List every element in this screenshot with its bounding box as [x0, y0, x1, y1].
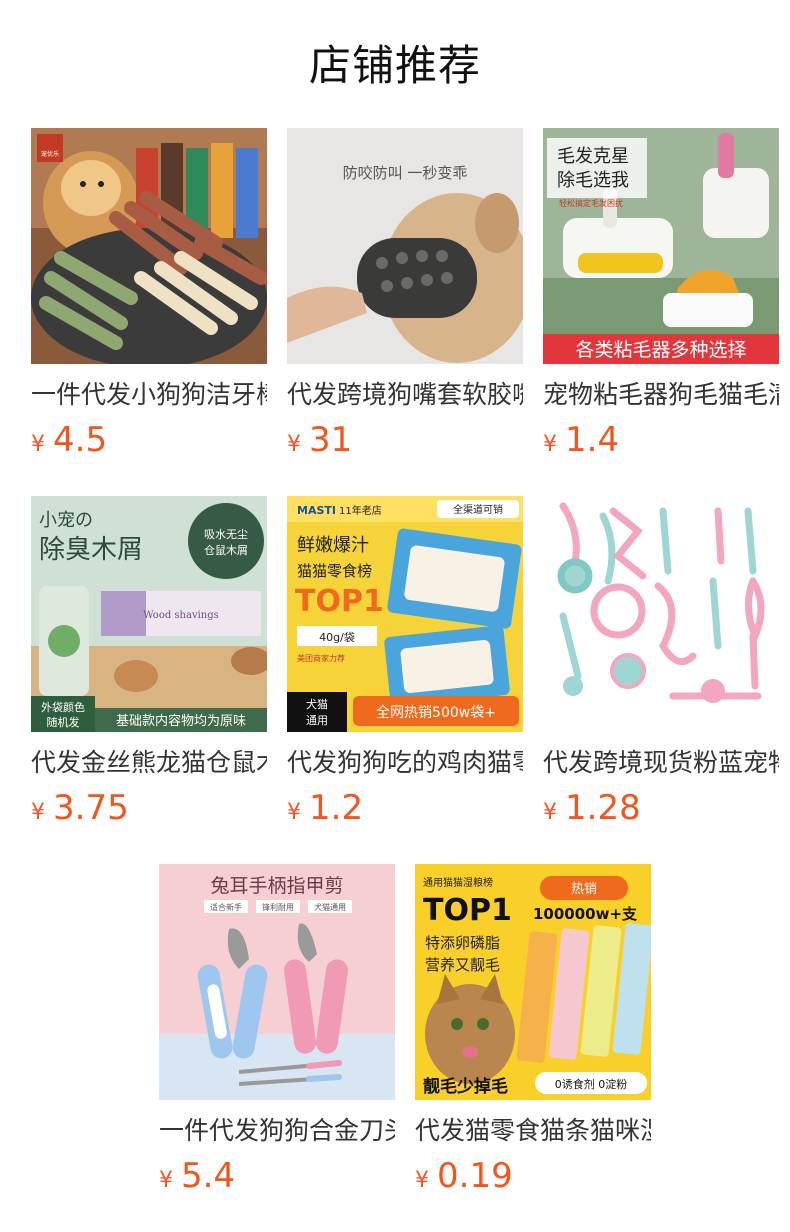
- image-bottom1: 靓毛少掉毛: [423, 1076, 508, 1097]
- product-card[interactable]: 防咬防叫 一秒变乖 代发跨境狗嘴套软胶嘴罩 ¥31: [287, 128, 523, 462]
- price-value: 1.4: [565, 420, 620, 460]
- cat-treat-stick-image[interactable]: 通用猫猫湿粮榜 TOP1 热销 100000w+支 特添卵磷脂 营养又靓毛 靓毛…: [415, 864, 651, 1100]
- image-text-line2: 除毛选我: [557, 170, 629, 191]
- product-card[interactable]: 小宠の 除臭木屑 吸水无尘 仓鼠木屑 Wood shavings 外袋颜色 随机…: [31, 496, 267, 830]
- dog-muzzle-image[interactable]: 防咬防叫 一秒变乖: [287, 128, 523, 364]
- price-value: 4.5: [53, 420, 108, 460]
- dental-chew-sticks-image[interactable]: 宠优乐: [31, 128, 267, 364]
- currency-symbol: ¥: [287, 432, 301, 457]
- image-channel: 全渠道可销: [453, 503, 503, 516]
- product-price: ¥3.75: [31, 786, 267, 830]
- currency-symbol: ¥: [415, 1168, 429, 1193]
- currency-symbol: ¥: [287, 800, 301, 825]
- image-bottom-text: 基础款内容物均为原味: [116, 713, 246, 729]
- product-price: ¥31: [287, 418, 523, 462]
- image-text-line1: 毛发克星: [557, 146, 629, 167]
- product-price: ¥1.28: [543, 786, 779, 830]
- image-note: 美团商家力荐: [297, 653, 345, 663]
- image-rank: TOP1: [423, 893, 512, 928]
- image-badge-line1: 吸水无尘: [204, 528, 248, 541]
- currency-symbol: ¥: [159, 1168, 173, 1193]
- product-card[interactable]: 代发跨境现货粉蓝宠物绳结玩具 ¥1.28: [543, 496, 779, 830]
- price-value: 31: [309, 420, 353, 460]
- product-name[interactable]: 代发狗狗吃的鸡肉猫零食: [287, 746, 523, 780]
- image-caption: 防咬防叫 一秒变乖: [343, 164, 468, 182]
- price-value: 1.28: [565, 788, 641, 828]
- product-price: ¥1.2: [287, 786, 523, 830]
- lint-roller-image[interactable]: 毛发克星 除毛选我 轻松搞定毛发困扰 各类粘毛器多种选择: [543, 128, 779, 364]
- image-store: 11年老店: [339, 504, 382, 517]
- image-tag-line2: 通用: [306, 714, 328, 727]
- chicken-snack-image[interactable]: MASTI 11年老店 全渠道可销 鲜嫩爆汁 猫猫零食榜 TOP1 40g/袋 …: [287, 496, 523, 732]
- image-top: 通用猫猫湿粮榜: [423, 876, 493, 889]
- currency-symbol: ¥: [543, 432, 557, 457]
- image-hot: 热销: [571, 882, 597, 897]
- image-text-line2: 猫猫零食榜: [297, 562, 372, 580]
- image-tag-line2: 随机发: [47, 715, 80, 729]
- image-title: 兔耳手柄指甲剪: [210, 875, 343, 897]
- image-text-line1: 小宠の: [39, 510, 93, 531]
- product-name[interactable]: 一件代发小狗狗洁牙棒: [31, 378, 267, 412]
- image-badge-line2: 仓鼠木屑: [204, 543, 248, 557]
- image-text-line1: 特添卵磷脂: [425, 934, 500, 952]
- product-price: ¥0.19: [415, 1154, 651, 1198]
- price-value: 0.19: [437, 1156, 513, 1196]
- image-sold: 100000w+支: [533, 905, 638, 923]
- brand-logo-text: 宠优乐: [41, 150, 59, 158]
- image-pack-label: Wood shavings: [143, 610, 219, 621]
- image-banner: 各类粘毛器多种选择: [575, 339, 746, 361]
- product-price: ¥4.5: [31, 418, 267, 462]
- image-tag-line1: 外袋颜色: [41, 700, 85, 714]
- product-card[interactable]: 兔耳手柄指甲剪 适合新手 锋利耐用 犬猫通用 一件代发狗狗合金刀头指甲剪 ¥5.…: [159, 864, 395, 1198]
- image-subtext: 轻松搞定毛发困扰: [559, 198, 623, 208]
- product-card[interactable]: 通用猫猫湿粮榜 TOP1 热销 100000w+支 特添卵磷脂 营养又靓毛 靓毛…: [415, 864, 651, 1198]
- product-price: ¥5.4: [159, 1154, 395, 1198]
- price-value: 5.4: [181, 1156, 236, 1196]
- product-name[interactable]: 代发跨境现货粉蓝宠物绳结玩具: [543, 746, 779, 780]
- image-bottom2: 0诱食剂 0淀粉: [555, 1077, 628, 1091]
- product-card[interactable]: 宠优乐 一件代发小狗狗洁牙棒 ¥4.5: [31, 128, 267, 462]
- product-price: ¥1.4: [543, 418, 779, 462]
- price-value: 1.2: [309, 788, 364, 828]
- currency-symbol: ¥: [31, 432, 45, 457]
- rope-toys-image[interactable]: [543, 496, 779, 732]
- product-name[interactable]: 代发猫零食猫条猫咪湿粮: [415, 1114, 651, 1148]
- image-tag-line1: 犬猫: [306, 697, 328, 711]
- price-value: 3.75: [53, 788, 129, 828]
- currency-symbol: ¥: [543, 800, 557, 825]
- product-name[interactable]: 代发跨境狗嘴套软胶嘴罩: [287, 378, 523, 412]
- image-text-line1: 鲜嫩爆汁: [297, 535, 369, 556]
- image-rank: TOP1: [295, 584, 384, 619]
- image-tag2: 锋利耐用: [262, 902, 294, 912]
- product-name[interactable]: 代发金丝熊龙猫仓鼠木屑: [31, 746, 267, 780]
- image-weight: 40g/袋: [319, 630, 355, 644]
- image-tag1: 适合新手: [210, 902, 242, 912]
- product-name[interactable]: 宠物粘毛器狗毛猫毛清理: [543, 378, 779, 412]
- image-brand: MASTI: [297, 504, 336, 517]
- product-name[interactable]: 一件代发狗狗合金刀头指甲剪: [159, 1114, 395, 1148]
- image-sale: 全网热销500w袋+: [376, 704, 496, 721]
- product-card[interactable]: 毛发克星 除毛选我 轻松搞定毛发困扰 各类粘毛器多种选择 宠物粘毛器狗毛猫毛清理…: [543, 128, 779, 462]
- nail-clipper-image[interactable]: 兔耳手柄指甲剪 适合新手 锋利耐用 犬猫通用: [159, 864, 395, 1100]
- section-title: 店铺推荐: [308, 41, 481, 90]
- wood-shavings-image[interactable]: 小宠の 除臭木屑 吸水无尘 仓鼠木屑 Wood shavings 外袋颜色 随机…: [31, 496, 267, 732]
- image-tag3: 犬猫通用: [314, 902, 346, 912]
- image-text-line2: 除臭木屑: [39, 535, 143, 565]
- product-card[interactable]: MASTI 11年老店 全渠道可销 鲜嫩爆汁 猫猫零食榜 TOP1 40g/袋 …: [287, 496, 523, 830]
- image-text-line2: 营养又靓毛: [425, 956, 500, 974]
- currency-symbol: ¥: [31, 800, 45, 825]
